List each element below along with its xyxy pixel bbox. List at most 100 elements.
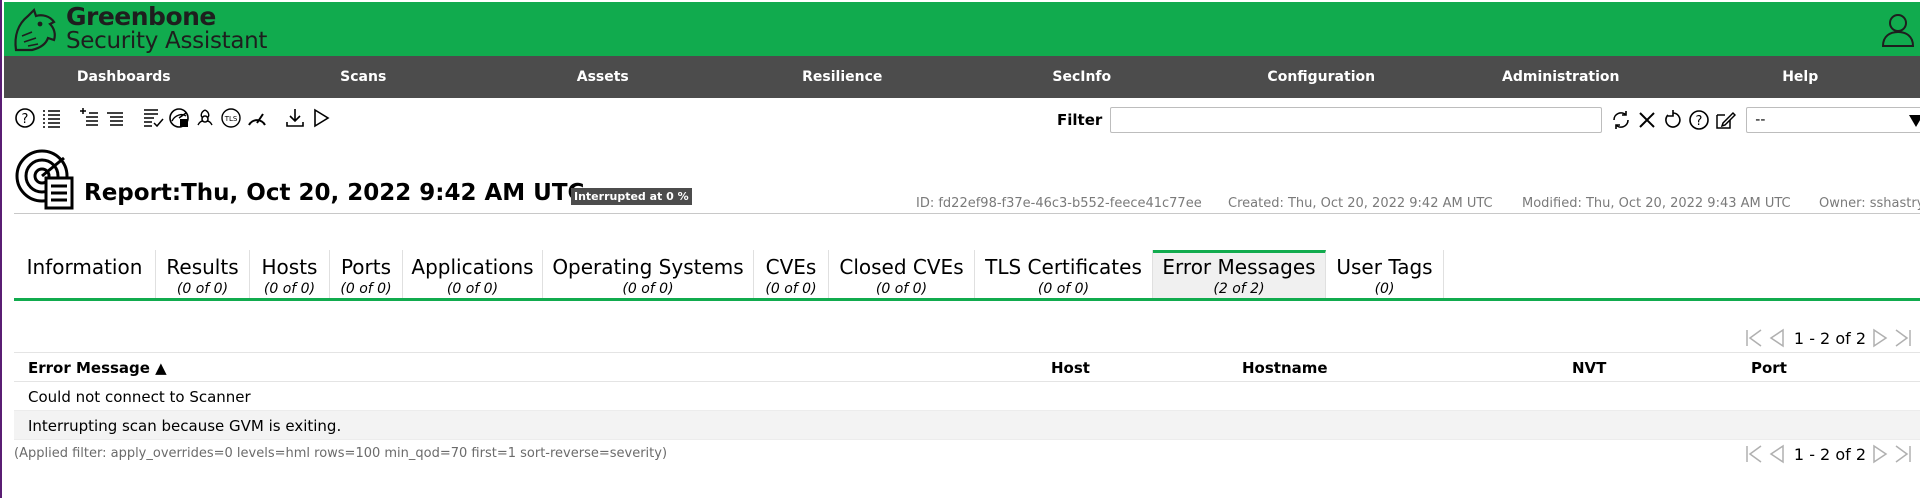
clear-filter-icon[interactable] [1636,109,1658,131]
applied-filter: (Applied filter: apply_overrides=0 level… [14,446,668,461]
brand-line-2: Security Assistant [66,28,268,54]
page: Greenbone Security Assistant Dashboards … [0,0,1920,498]
status-badge: Interrupted at 0 % [571,188,692,205]
table-row: Could not connect to Scanner [14,382,1920,411]
tab-label: Ports [340,255,392,279]
pagination-bottom: 1 - 2 of 2 [1744,444,1916,464]
tab-count: (0 of 0) [1037,281,1090,297]
report-icon [15,149,74,210]
tab-hosts[interactable]: Hosts (0 of 0) [250,250,330,298]
nav-resilience[interactable]: Resilience [723,56,963,98]
reset-filter-icon[interactable] [1662,109,1684,131]
column-nvt[interactable]: NVT [1572,359,1606,377]
tab-count: (0 of 0) [340,281,392,297]
filter-bar: Filter ? -- [1057,106,1920,134]
tab-label: Information [26,255,143,279]
tab-count: (0 of 0) [875,281,928,297]
tab-user-tags[interactable]: User Tags (0) [1326,250,1444,298]
nav-secinfo[interactable]: SecInfo [962,56,1202,98]
tab-label: Hosts [261,255,318,279]
tab-applications[interactable]: Applications (0 of 0) [403,250,543,298]
tab-closed-cves[interactable]: Closed CVEs (0 of 0) [829,250,975,298]
nav-administration[interactable]: Administration [1441,56,1681,98]
pagination-text: 1 - 2 of 2 [1793,328,1866,348]
report-owner: Owner: sshastry [1819,196,1920,211]
first-page-icon[interactable] [1744,444,1764,464]
svg-text:?: ? [22,112,29,127]
next-page-icon[interactable] [1870,328,1890,348]
filter-input[interactable] [1110,107,1603,133]
title-divider [14,213,1920,214]
list-icon[interactable] [40,107,62,129]
filter-select[interactable]: -- [1746,107,1920,133]
column-error-message[interactable]: Error Message ▲ [28,359,167,377]
tab-count: (0 of 0) [176,281,229,297]
tab-count: (0) [1374,281,1395,297]
report-title: Report:Thu, Oct 20, 2022 9:42 AM UTC [84,180,585,206]
filter-select-value: -- [1755,112,1766,128]
refresh-icon[interactable] [1610,109,1632,131]
tab-label: Operating Systems [552,255,744,279]
nav-scans[interactable]: Scans [244,56,484,98]
svg-text:TLS: TLS [224,115,238,123]
download-icon[interactable] [284,107,306,129]
table-row: Interrupting scan because GVM is exiting… [14,411,1920,440]
tab-label: TLS Certificates [985,255,1142,279]
report-list-icon[interactable] [142,107,164,129]
tab-count: (0 of 0) [765,281,817,297]
tab-label: Applications [411,255,534,279]
list-details-icon[interactable] [104,107,126,129]
last-page-icon[interactable] [1893,328,1913,348]
error-message-cell: Interrupting scan because GVM is exiting… [28,417,342,435]
pagination-text: 1 - 2 of 2 [1793,444,1866,464]
greenbone-logo-icon[interactable] [10,6,60,54]
tab-label: User Tags [1336,255,1433,279]
vulnerability-icon[interactable] [194,107,216,129]
tab-label: CVEs [765,255,817,279]
report-created: Created: Thu, Oct 20, 2022 9:42 AM UTC [1228,196,1493,211]
app-header: Greenbone Security Assistant [4,2,1920,56]
help-icon[interactable]: ? [14,107,36,129]
column-port[interactable]: Port [1751,359,1787,377]
filter-actions: ? [1610,109,1740,131]
chevron-down-icon [1909,115,1920,127]
tls-certificate-icon[interactable]: TLS [220,107,242,129]
tab-tls-certificates[interactable]: TLS Certificates (0 of 0) [975,250,1153,298]
tab-ports[interactable]: Ports (0 of 0) [330,250,403,298]
next-page-icon[interactable] [1870,444,1890,464]
edit-filter-icon[interactable] [1714,109,1737,131]
add-to-list-icon[interactable] [78,107,100,129]
nav-help[interactable]: Help [1681,56,1920,98]
tab-label: Results [166,255,239,279]
report-toolbar: ? TLS [14,104,336,132]
nav-dashboards[interactable]: Dashboards [4,56,244,98]
tab-operating-systems[interactable]: Operating Systems (0 of 0) [543,250,754,298]
filter-label: Filter [1057,111,1103,129]
tab-information[interactable]: Information [14,250,156,298]
nav-configuration[interactable]: Configuration [1202,56,1442,98]
tab-label: Error Messages [1162,255,1316,279]
previous-page-icon[interactable] [1767,328,1787,348]
tab-count: (0 of 0) [446,281,499,297]
user-icon[interactable] [1880,12,1916,48]
results-icon[interactable] [168,107,190,129]
filter-help-icon[interactable]: ? [1688,109,1710,131]
performance-icon[interactable] [246,107,268,129]
report-id: ID: fd22ef98-f37e-46c3-b552-feece41c77ee [916,196,1202,211]
report-modified: Modified: Thu, Oct 20, 2022 9:43 AM UTC [1522,196,1791,211]
previous-page-icon[interactable] [1767,444,1787,464]
column-hostname[interactable]: Hostname [1242,359,1328,377]
first-page-icon[interactable] [1744,328,1764,348]
tab-count: (2 of 2) [1213,281,1265,297]
column-host[interactable]: Host [1051,359,1090,377]
nav-assets[interactable]: Assets [483,56,723,98]
main-nav: Dashboards Scans Assets Resilience SecIn… [4,56,1920,98]
start-icon[interactable] [310,107,332,129]
tab-cves[interactable]: CVEs (0 of 0) [754,250,829,298]
tab-count: (0 of 0) [622,281,674,297]
error-message-cell: Could not connect to Scanner [28,388,251,406]
last-page-icon[interactable] [1893,444,1913,464]
brand-line-1: Greenbone [66,2,216,31]
tab-error-messages[interactable]: Error Messages (2 of 2) [1153,250,1326,298]
tab-results[interactable]: Results (0 of 0) [156,250,250,298]
